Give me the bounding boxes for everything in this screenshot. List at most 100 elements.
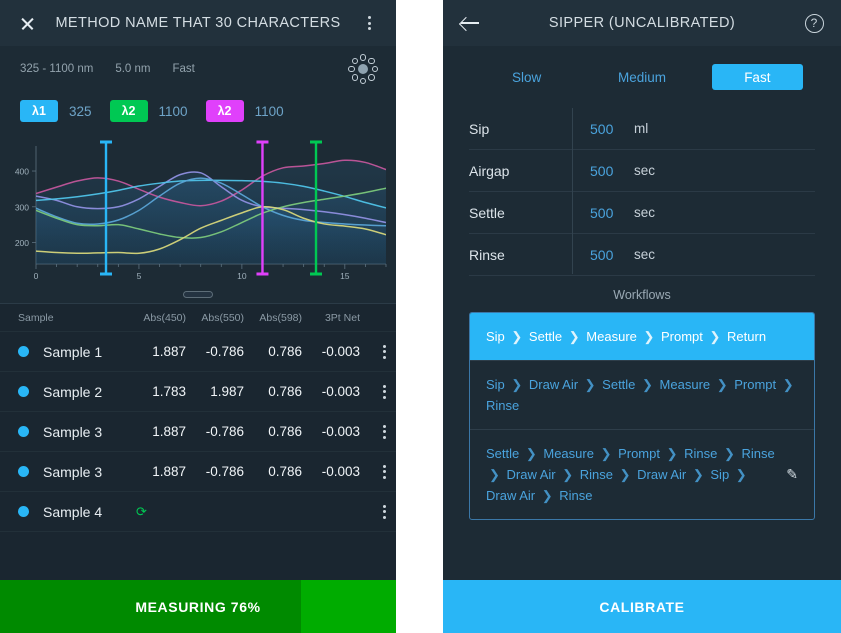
lambda-chip-1[interactable]: λ1	[20, 100, 58, 122]
svg-text:400: 400	[15, 167, 29, 177]
row-menu-button[interactable]	[360, 344, 386, 359]
carousel-hub	[358, 64, 368, 74]
workflow-step: Settle	[602, 377, 636, 392]
cell-value-2: -0.786	[205, 424, 244, 439]
sample-status-dot	[18, 506, 29, 517]
table-header-row: Sample Abs(450) Abs(550) Abs(598) 3Pt Ne…	[0, 304, 396, 332]
setting-label-rinse: Rinse	[469, 246, 505, 263]
speed-option-fast[interactable]: Fast	[711, 64, 803, 90]
chevron-right-icon: ❯	[720, 446, 739, 461]
lambda-group-1[interactable]: λ1 325	[20, 100, 92, 122]
lambda-chip-row: λ1 325 λ2 1100 λ2 1100	[0, 92, 396, 130]
back-button[interactable]	[457, 10, 483, 36]
row-menu-button[interactable]	[360, 424, 386, 439]
setting-unit-sip: ml	[634, 121, 649, 136]
workflow-step: Draw Air	[637, 467, 687, 482]
help-button[interactable]: ?	[801, 10, 827, 36]
cell-value-1: 1.887	[152, 424, 186, 439]
calibrate-button[interactable]: CALIBRATE	[443, 580, 841, 633]
setting-value-sip[interactable]: 500	[572, 121, 634, 137]
chevron-right-icon: ❯	[705, 329, 725, 344]
chevron-right-icon: ❯	[565, 329, 584, 344]
sample-status-dot	[18, 466, 29, 477]
app-screen: METHOD NAME THAT 30 CHARACTERS 325 - 110…	[0, 0, 841, 633]
cell-value-2: -0.786	[205, 464, 244, 479]
col-header-abs450: Abs(450)	[143, 311, 186, 324]
table-row[interactable]: Sample 3 1.887 -0.786 0.786 -0.003	[0, 412, 396, 452]
sipper-panel: SIPPER (UNCALIBRATED) ? Slow Medium Fast…	[443, 0, 841, 633]
spectrum-chart[interactable]: 200 300 400 0 5 10 15	[0, 138, 396, 290]
chevron-right-icon: ❯	[689, 467, 708, 482]
speed-option-slow[interactable]: Slow	[481, 64, 572, 90]
settings-column-divider	[572, 108, 573, 274]
setting-value-rinse[interactable]: 500	[572, 247, 634, 263]
lambda-group-3[interactable]: λ2 1100	[205, 100, 284, 122]
carousel-icon[interactable]	[348, 54, 378, 84]
workflow-step: Rinse	[559, 488, 593, 503]
setting-unit-rinse: sec	[634, 247, 656, 262]
sipper-appbar: SIPPER (UNCALIBRATED) ?	[443, 0, 841, 46]
lambda-value-3: 1100	[254, 103, 284, 119]
close-button[interactable]	[14, 10, 40, 36]
setting-row-airgap[interactable]: Airgap 500 sec	[469, 150, 815, 192]
cell-value-1: 1.887	[152, 344, 186, 359]
chevron-right-icon: ❯	[616, 467, 635, 482]
setting-label-airgap: Airgap	[469, 162, 510, 179]
sample-name: Sample 2	[43, 383, 103, 400]
kebab-menu-icon	[383, 344, 386, 359]
cell-value-4: -0.003	[321, 344, 360, 359]
page-title: METHOD NAME THAT 30 CHARACTERS	[55, 15, 341, 31]
chevron-right-icon: ❯	[558, 467, 577, 482]
speed-option-medium[interactable]: Medium	[596, 64, 687, 90]
sheet-drag-handle-row[interactable]	[0, 290, 396, 304]
workflow-step: Rinse	[579, 467, 614, 482]
svg-text:300: 300	[15, 202, 29, 212]
workflow-step: Rinse	[486, 398, 520, 413]
setting-row-sip[interactable]: Sip 500 ml	[469, 108, 815, 150]
lambda-chip-2[interactable]: λ2	[109, 100, 148, 122]
workflows-heading: Workflows	[613, 288, 671, 302]
table-row[interactable]: Sample 1 1.887 -0.786 0.786 -0.003	[0, 332, 396, 372]
workflow-item[interactable]: Sip ❯ Settle ❯ Measure ❯ Prompt ❯ Return	[470, 313, 814, 361]
workflow-item[interactable]: Sip ❯ Draw Air ❯ Settle ❯ Measure ❯ Prom…	[470, 361, 814, 430]
sipper-settings-table: Sip 500 ml Airgap 500 sec Settle 500 sec…	[443, 108, 841, 278]
workflow-item[interactable]: Settle ❯ Measure ❯ Prompt ❯ Rinse ❯ Rins…	[470, 430, 814, 519]
setting-unit-airgap: sec	[634, 163, 656, 178]
workflow-step: Measure	[586, 329, 637, 344]
kebab-menu-icon	[383, 424, 386, 439]
overflow-menu-button[interactable]	[356, 10, 382, 36]
workflow-step: Rinse	[684, 446, 718, 461]
cell-value-4: -0.003	[321, 464, 360, 479]
cell-value-3: 0.786	[268, 344, 302, 359]
row-menu-button[interactable]	[360, 384, 386, 399]
resolution-value: 5.0 nm	[115, 63, 151, 75]
cell-value-3: 0.786	[268, 464, 302, 479]
kebab-menu-icon	[367, 16, 371, 30]
scan-speed-value: Fast	[172, 63, 195, 75]
setting-row-settle[interactable]: Settle 500 sec	[469, 192, 815, 234]
pencil-icon[interactable]: ✎	[776, 464, 798, 485]
col-header-abs550: Abs(550)	[201, 311, 244, 324]
setting-value-airgap[interactable]: 500	[572, 163, 634, 179]
svg-text:5: 5	[137, 271, 142, 281]
row-menu-button[interactable]	[360, 504, 386, 519]
workflow-step: Sip	[486, 329, 505, 344]
lambda-group-2[interactable]: λ2 1100	[109, 100, 188, 122]
setting-row-rinse[interactable]: Rinse 500 sec	[469, 234, 815, 276]
cell-value-3: 0.786	[268, 424, 302, 439]
col-header-sample: Sample	[18, 311, 54, 324]
spectrum-chart-svg[interactable]: 200 300 400 0 5 10 15	[0, 138, 396, 290]
setting-value-settle[interactable]: 500	[572, 205, 634, 221]
workflow-step: Prompt	[661, 329, 703, 344]
table-row[interactable]: Sample 4 ⟳	[0, 492, 396, 532]
workflow-step: Return	[727, 329, 767, 344]
lambda-chip-3[interactable]: λ2	[205, 100, 244, 122]
table-body: Sample 1 1.887 -0.786 0.786 -0.003 Sample 2 1.…	[0, 332, 396, 532]
cell-value-1: 1.783	[152, 384, 186, 399]
table-row[interactable]: Sample 2 1.783 1.987 0.786 -0.003	[0, 372, 396, 412]
row-menu-button[interactable]	[360, 464, 386, 479]
drag-handle[interactable]	[183, 291, 213, 298]
table-row[interactable]: Sample 3 1.887 -0.786 0.786 -0.003	[0, 452, 396, 492]
workflow-step: Rinse	[741, 446, 775, 461]
samples-table: Sample Abs(450) Abs(550) Abs(598) 3Pt Ne…	[0, 304, 396, 580]
